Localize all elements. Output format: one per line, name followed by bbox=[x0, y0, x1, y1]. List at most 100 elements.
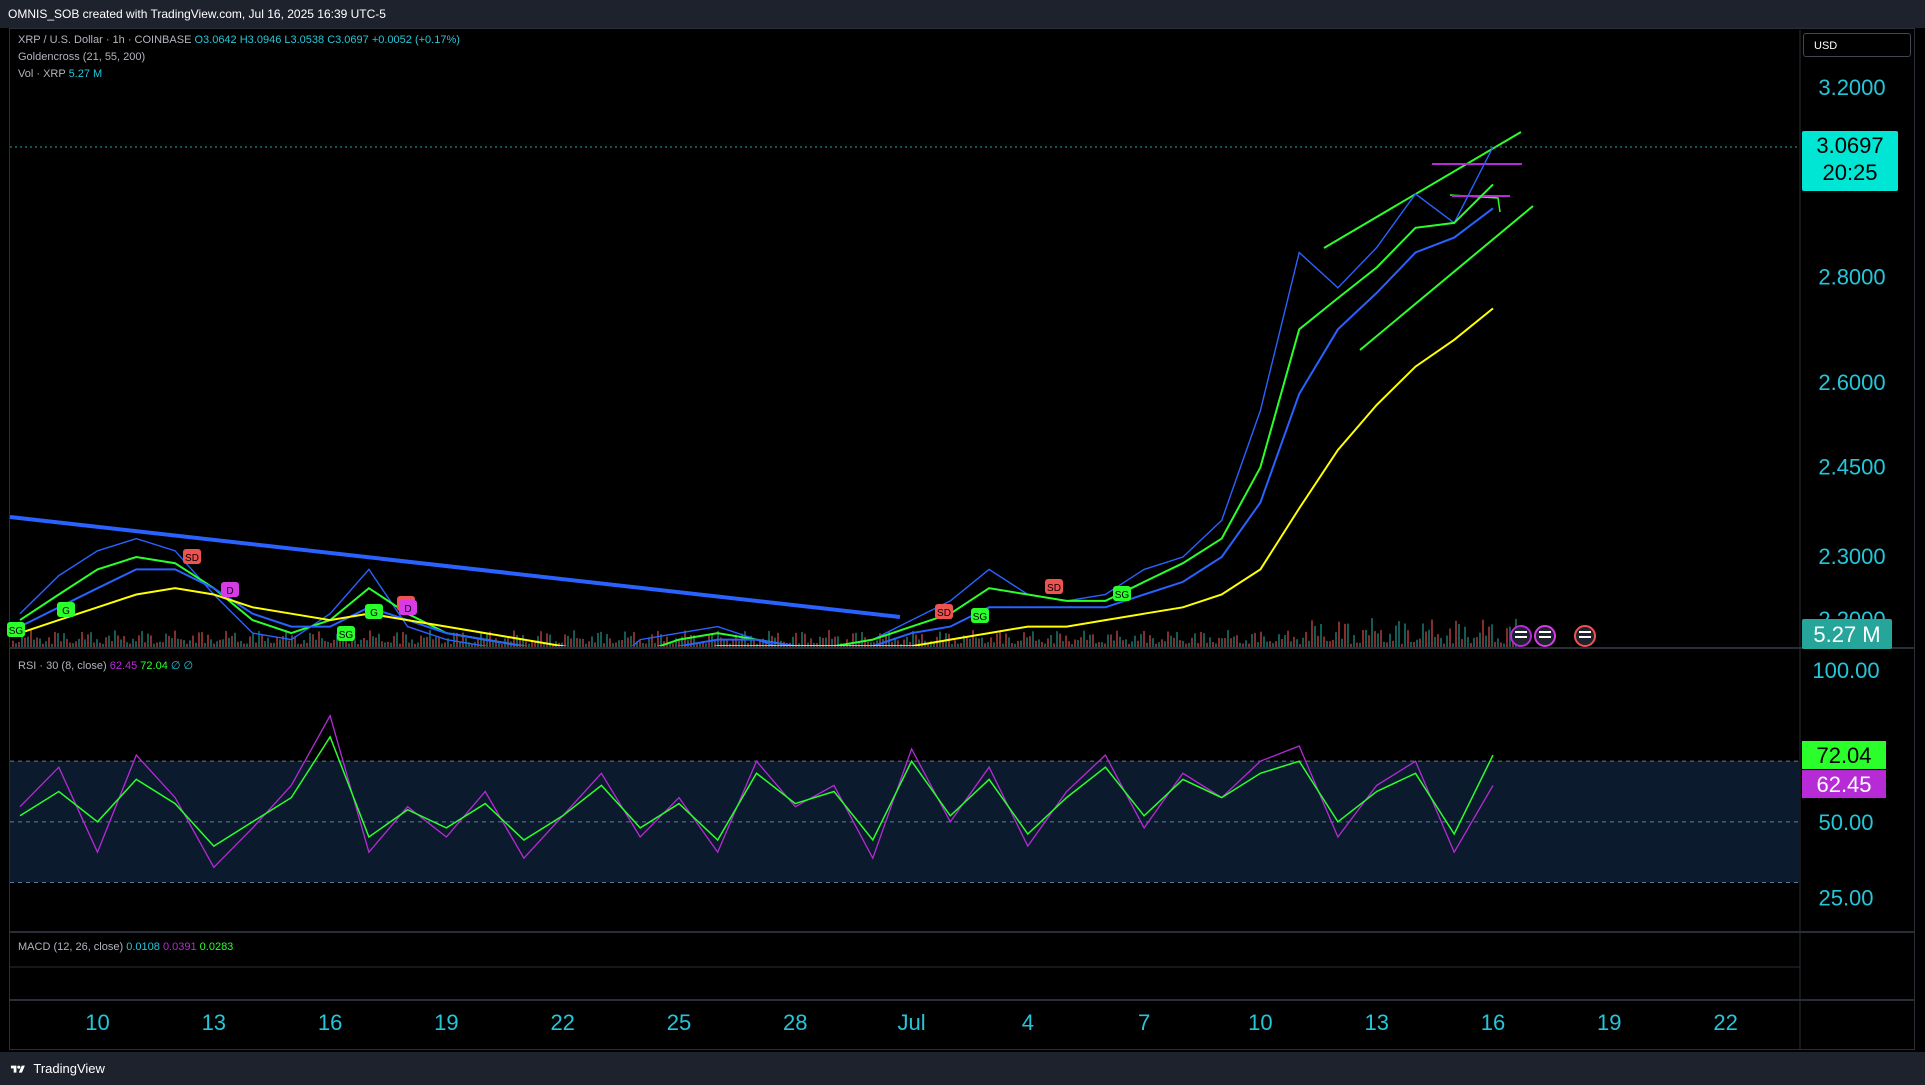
volume-bar bbox=[231, 635, 233, 647]
time-tick-label: 4 bbox=[1022, 1010, 1034, 1035]
rsi-tick-label: 25.00 bbox=[1818, 886, 1873, 911]
signal-marker: D bbox=[399, 600, 417, 615]
chart-canvas[interactable]: 3.20002.80002.60002.45002.30002.20001013… bbox=[0, 0, 1925, 1085]
volume-bar bbox=[210, 639, 212, 647]
volume-bar bbox=[426, 637, 428, 647]
volume-bar bbox=[1239, 642, 1241, 647]
volume-bar bbox=[183, 640, 185, 647]
volume-bar bbox=[1299, 643, 1301, 647]
volume-bar bbox=[1506, 628, 1508, 647]
volume-bar bbox=[1038, 639, 1040, 647]
ema-21-line bbox=[19, 183, 1494, 646]
volume-bar bbox=[546, 633, 548, 647]
rsi-legend: RSI · 30 (8, close) 62.45 72.04 ∅ ∅ bbox=[18, 659, 193, 672]
volume-bar bbox=[147, 633, 149, 647]
volume-bar bbox=[747, 643, 749, 647]
volume-bar bbox=[1500, 642, 1502, 647]
volume-bar bbox=[732, 640, 734, 647]
volume-bar bbox=[441, 643, 443, 647]
volume-bar bbox=[1416, 639, 1418, 647]
volume-bar bbox=[1287, 630, 1289, 647]
volume-bar bbox=[375, 637, 377, 647]
volume-bar bbox=[63, 633, 65, 647]
volume-bar bbox=[1020, 640, 1022, 647]
volume-bar bbox=[72, 643, 74, 647]
volume-bar bbox=[1326, 641, 1328, 647]
volume-bar bbox=[801, 631, 803, 647]
volume-bar bbox=[123, 636, 125, 647]
volume-bar bbox=[600, 631, 602, 647]
volume-bar bbox=[1269, 641, 1271, 647]
volume-bar bbox=[1242, 643, 1244, 647]
volume-bar bbox=[357, 643, 359, 647]
volume-bar bbox=[984, 643, 986, 647]
volume-bar bbox=[249, 636, 251, 647]
volume-bar bbox=[1119, 636, 1121, 647]
volume-bar bbox=[1164, 641, 1166, 647]
volume-bar bbox=[1368, 635, 1370, 647]
volume-bar bbox=[291, 635, 293, 647]
volume-bar bbox=[1176, 632, 1178, 647]
volume-bar bbox=[1305, 631, 1307, 647]
volume-bar bbox=[81, 631, 83, 647]
volume-bar bbox=[1212, 642, 1214, 647]
volume-bar bbox=[738, 640, 740, 647]
volume-bar bbox=[315, 639, 317, 647]
volume-bar bbox=[51, 643, 53, 647]
volume-bar bbox=[1188, 642, 1190, 647]
volume-bar bbox=[1137, 640, 1139, 647]
volume-bar bbox=[807, 642, 809, 647]
volume-bar bbox=[1056, 631, 1058, 647]
volume-bar bbox=[642, 643, 644, 647]
volume-bar bbox=[1209, 637, 1211, 647]
volume-bar bbox=[1359, 642, 1361, 647]
currency-button[interactable]: USD bbox=[1803, 33, 1911, 57]
volume-bar bbox=[1458, 623, 1460, 647]
volume-bar bbox=[408, 642, 410, 647]
volume-bar bbox=[1008, 637, 1010, 647]
volume-bar bbox=[1248, 643, 1250, 647]
volume-bar bbox=[126, 642, 128, 647]
volume-bar bbox=[576, 638, 578, 647]
volume-bar bbox=[1221, 638, 1223, 647]
signal-marker-text: SG bbox=[1115, 590, 1130, 601]
volume-bar bbox=[78, 638, 80, 647]
us-flag-icon-stripe bbox=[1539, 631, 1551, 633]
volume-bar bbox=[1146, 642, 1148, 647]
volume-bar bbox=[990, 637, 992, 647]
volume-bar bbox=[303, 640, 305, 647]
volume-bar bbox=[90, 632, 92, 647]
volume-bar bbox=[1362, 630, 1364, 647]
volume-bar bbox=[1281, 638, 1283, 647]
volume-bar bbox=[240, 640, 242, 647]
goldencross-label: Goldencross (21, 55, 200) bbox=[18, 51, 146, 63]
us-flag-icon-stripe bbox=[1539, 636, 1551, 638]
volume-bar bbox=[1152, 638, 1154, 647]
volume-bar bbox=[423, 637, 425, 647]
volume-bar bbox=[582, 638, 584, 647]
lightning-icon-stripe bbox=[1515, 631, 1527, 633]
volume-bar bbox=[1494, 641, 1496, 647]
volume-bar bbox=[219, 639, 221, 647]
volume-bar bbox=[129, 643, 131, 647]
volume-bar bbox=[141, 631, 143, 647]
signal-marker: D bbox=[221, 582, 239, 597]
goldencross-legend: Goldencross (21, 55, 200) bbox=[18, 51, 145, 63]
volume-bar bbox=[48, 637, 50, 647]
signal-marker-text: SD bbox=[185, 553, 199, 564]
volume-bar bbox=[297, 643, 299, 647]
volume-bar bbox=[168, 635, 170, 647]
volume-bar bbox=[1284, 635, 1286, 647]
us-flag-icon bbox=[1534, 625, 1556, 647]
volume-bar bbox=[1185, 643, 1187, 647]
volume-bar bbox=[597, 632, 599, 647]
volume-bar bbox=[1386, 642, 1388, 647]
volume-bar bbox=[1257, 642, 1259, 647]
volume-bar bbox=[567, 635, 569, 647]
volume-bar bbox=[1437, 634, 1439, 647]
volume-bar bbox=[1029, 636, 1031, 647]
volume-bar bbox=[1275, 641, 1277, 647]
volume-bar bbox=[33, 639, 35, 647]
volume-bar bbox=[672, 643, 674, 647]
price-line bbox=[19, 146, 1494, 646]
